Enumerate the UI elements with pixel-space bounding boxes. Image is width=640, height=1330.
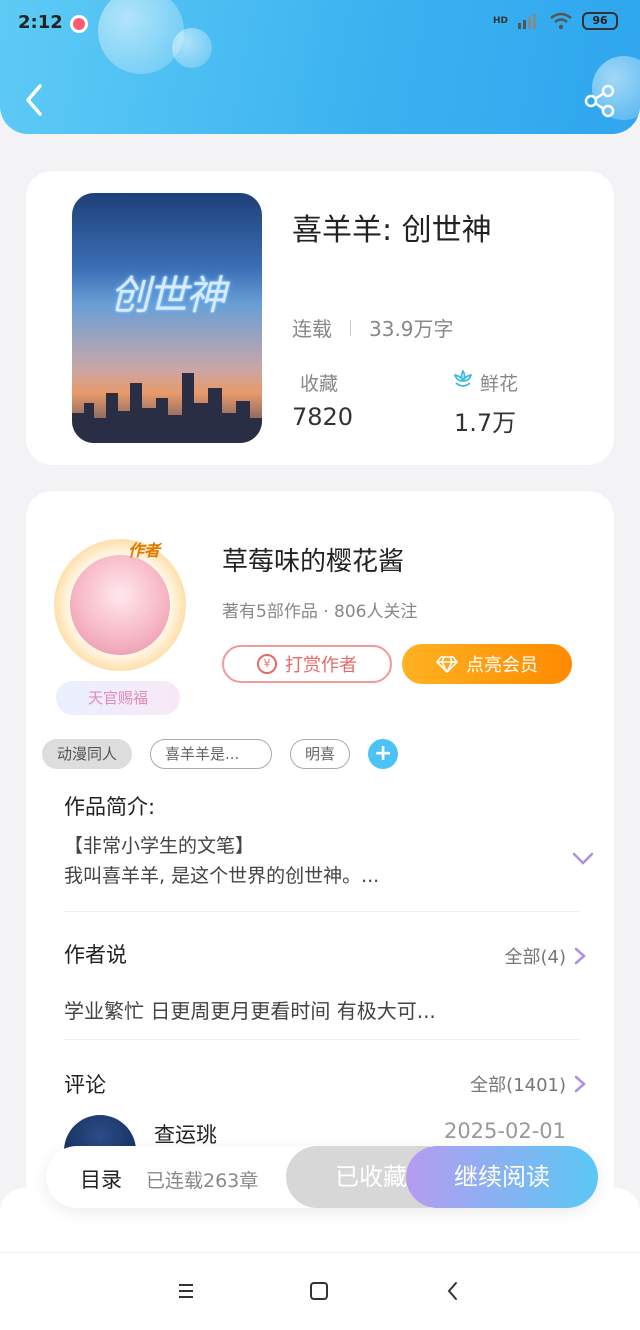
flowers-label: 鲜花	[480, 373, 519, 395]
network-label: HD	[492, 16, 508, 26]
vip-label: 点亮会员	[466, 655, 538, 676]
recording-icon	[70, 15, 88, 33]
reading-action-bar: 目录 已连载263章 已收藏 继续阅读	[46, 1146, 598, 1208]
share-icon[interactable]	[584, 84, 616, 118]
tag-item[interactable]: 喜羊羊是...	[150, 739, 273, 769]
book-cover[interactable]: 创世神	[72, 193, 262, 443]
battery-indicator: 96	[582, 12, 618, 30]
book-title: 喜羊羊: 创世神	[292, 213, 492, 248]
intro-title: 作品简介:	[64, 795, 156, 819]
book-info-card: 创世神 喜羊羊: 创世神 连载 33.9万字 收藏 7820 鲜花 1.7万	[26, 171, 614, 465]
book-status: 连载	[292, 317, 332, 341]
signal-icon	[518, 14, 536, 29]
yen-icon: ¥	[257, 654, 277, 674]
author-says-title: 作者说	[64, 943, 127, 967]
chevron-right-icon	[574, 947, 586, 965]
divider	[64, 1039, 580, 1040]
top-header: 2:12 HD 96	[0, 0, 640, 134]
status-bar: 2:12 HD 96	[18, 12, 618, 40]
author-says-more-link[interactable]: 全部(4)	[505, 943, 587, 969]
author-avatar[interactable]: 作者	[54, 539, 186, 671]
favorites-value: 7820	[292, 403, 354, 431]
comment-date: 2025-02-01	[443, 1119, 566, 1143]
book-status-row: 连载 33.9万字	[292, 313, 454, 342]
wifi-icon	[550, 12, 572, 30]
favorites-label: 收藏	[300, 373, 339, 395]
home-icon[interactable]	[307, 1279, 331, 1303]
menu-icon[interactable]	[174, 1279, 198, 1303]
back-nav-icon[interactable]	[441, 1279, 465, 1303]
author-says-more-label: 全部(4)	[504, 947, 567, 968]
chapter-count: 已连载263章	[146, 1170, 259, 1192]
avatar-image	[70, 555, 170, 655]
vip-button[interactable]: 点亮会员	[402, 644, 572, 684]
comments-more-link[interactable]: 全部(1401)	[470, 1071, 586, 1097]
divider	[350, 319, 351, 336]
word-count: 33.9万字	[369, 317, 454, 341]
comments-title: 评论	[64, 1073, 106, 1097]
cover-city-silhouette	[72, 373, 262, 443]
tag-item[interactable]: 明喜	[290, 739, 351, 769]
avatar-badge: 作者	[128, 541, 161, 560]
author-says-text[interactable]: 学业繁忙 日更周更月更看时间 有极大可...	[64, 995, 436, 1024]
flowers-value: 1.7万	[454, 409, 517, 437]
status-time: 2:12	[18, 12, 63, 33]
flower-icon	[454, 370, 472, 387]
add-tag-button[interactable]: +	[368, 739, 399, 769]
tip-author-button[interactable]: ¥ 打赏作者	[222, 645, 392, 683]
system-navigation-bar	[0, 1252, 640, 1330]
intro-line: 【非常小学生的文笔】	[64, 835, 255, 857]
comments-more-label: 全部(1401)	[470, 1075, 566, 1096]
toc-button[interactable]: 目录	[80, 1164, 122, 1194]
divider	[64, 911, 580, 912]
tag-item[interactable]: 动漫同人	[42, 739, 133, 769]
intro-line: 我叫喜羊羊, 是这个世界的创世神。...	[64, 865, 380, 887]
diamond-icon	[436, 656, 458, 673]
avatar-title-tag: 天官赐福	[56, 681, 180, 715]
back-icon[interactable]	[20, 82, 50, 118]
author-name[interactable]: 草莓味的樱花酱	[222, 541, 404, 578]
cover-title: 创世神	[110, 273, 226, 319]
tip-author-label: 打赏作者	[285, 655, 357, 676]
chevron-down-icon[interactable]	[572, 851, 594, 867]
comment-author-name: 查运珧	[154, 1123, 217, 1147]
author-meta: 著有5部作品 · 806人关注	[222, 602, 418, 622]
chevron-right-icon	[574, 1075, 586, 1093]
intro-text[interactable]: 【非常小学生的文笔】 我叫喜羊羊, 是这个世界的创世神。...	[64, 831, 534, 891]
tag-list: 动漫同人 喜羊羊是... 明喜 +	[42, 739, 399, 769]
continue-reading-button[interactable]: 继续阅读	[406, 1146, 598, 1208]
